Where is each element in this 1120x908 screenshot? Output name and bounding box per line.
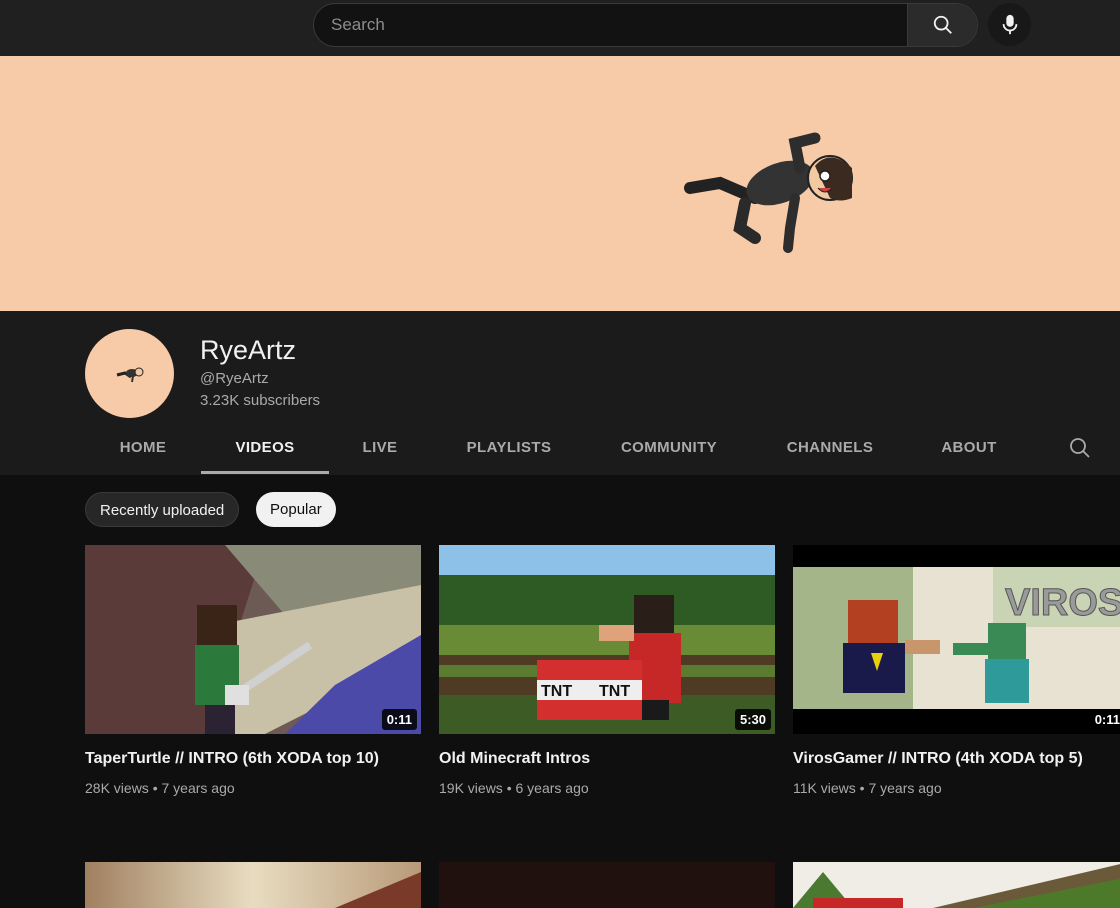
thumbnail-image	[85, 862, 421, 908]
channel-banner	[0, 56, 1120, 311]
view-count: 19K views	[439, 780, 503, 796]
tab-community[interactable]: COMMUNITY	[597, 421, 741, 475]
search-button[interactable]	[907, 4, 977, 46]
voice-search-button[interactable]	[988, 3, 1031, 46]
tab-playlists[interactable]: PLAYLISTS	[440, 421, 578, 475]
upload-age: 7 years ago	[868, 780, 942, 796]
channel-avatar[interactable]	[85, 329, 174, 418]
view-count: 28K views	[85, 780, 149, 796]
thumbnail-image	[793, 862, 1120, 908]
video-thumbnail[interactable]: TNT TNT 5:30	[439, 545, 775, 734]
thumbnail-image	[439, 862, 775, 908]
top-bar	[0, 0, 1120, 56]
upload-age: 7 years ago	[161, 780, 235, 796]
video-duration: 0:11	[1089, 709, 1120, 730]
tab-home[interactable]: HOME	[88, 421, 198, 475]
tab-live[interactable]: LIVE	[334, 421, 426, 475]
video-thumbnail[interactable]: VIROS 0:11	[793, 545, 1120, 734]
search-box	[313, 3, 978, 47]
mic-icon	[1002, 14, 1017, 34]
tab-videos[interactable]: VIDEOS	[201, 421, 329, 475]
channel-header: RyeArtz @RyeArtz 3.23K subscribers HOME …	[0, 311, 1120, 475]
tab-channels[interactable]: CHANNELS	[765, 421, 895, 475]
video-title[interactable]: VirosGamer // INTRO (4th XODA top 5)	[793, 750, 1120, 768]
channel-tabs: HOME VIDEOS LIVE PLAYLISTS COMMUNITY CHA…	[0, 421, 1120, 475]
search-input[interactable]	[314, 4, 909, 46]
chip-recently-uploaded[interactable]: Recently uploaded	[85, 492, 240, 527]
search-icon	[933, 15, 952, 34]
avatar-illustration	[116, 367, 143, 382]
video-title[interactable]: Old Minecraft Intros	[439, 750, 775, 768]
video-meta: 28K views • 7 years ago	[85, 780, 235, 796]
search-icon[interactable]	[1068, 436, 1092, 460]
chip-popular[interactable]: Popular	[256, 492, 336, 527]
video-duration: 5:30	[734, 709, 771, 730]
video-card[interactable]: TNT TNT 5:30 Old Minecraft Intros 19K vi…	[439, 545, 775, 796]
video-thumbnail[interactable]	[85, 862, 421, 908]
viros-logo-text: VIROS	[1005, 582, 1120, 624]
video-meta: 11K views • 7 years ago	[793, 780, 942, 796]
tnt-label: TNT	[599, 683, 630, 700]
video-duration: 0:11	[381, 709, 417, 730]
video-card[interactable]: 0:11 TaperTurtle // INTRO (6th XODA top …	[85, 545, 421, 796]
subscriber-count: 3.23K subscribers	[200, 392, 321, 409]
view-count: 11K views	[793, 780, 856, 796]
tnt-label: TNT	[541, 683, 572, 700]
video-thumbnail[interactable]	[439, 862, 775, 908]
tab-about[interactable]: ABOUT	[918, 421, 1020, 475]
upload-age: 6 years ago	[515, 780, 589, 796]
video-thumbnail[interactable]	[793, 862, 1120, 908]
video-card[interactable]: VIROS 0:11 VirosGamer // INTRO (4th XODA…	[793, 545, 1120, 796]
channel-handle: @RyeArtz	[200, 370, 269, 387]
thumbnail-image	[85, 545, 421, 734]
video-meta: 19K views • 6 years ago	[439, 780, 589, 796]
channel-name: RyeArtz	[200, 335, 297, 365]
video-title[interactable]: TaperTurtle // INTRO (6th XODA top 10)	[85, 750, 421, 768]
banner-illustration	[684, 132, 853, 253]
thumbnail-image: TNT TNT	[439, 545, 775, 734]
video-thumbnail[interactable]: 0:11	[85, 545, 421, 734]
thumbnail-image: VIROS	[793, 545, 1120, 734]
